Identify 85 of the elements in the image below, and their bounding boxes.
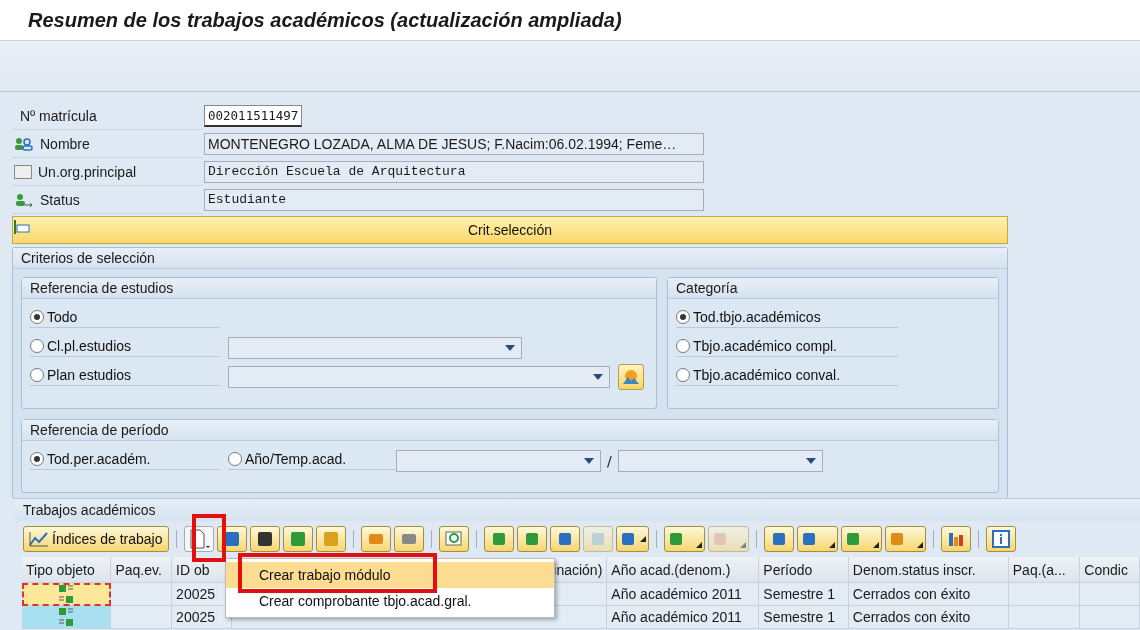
caret-icon [805,457,816,464]
caret-icon [872,542,879,548]
caret-icon [593,373,603,380]
export-button[interactable] [796,526,838,552]
bar-chart-icon [946,530,965,548]
sum-button[interactable] [663,526,705,552]
filter-button[interactable] [615,526,649,552]
radio-option[interactable]: Año/Temp.acad. [228,451,396,470]
column-header[interactable]: Paq.ev. [111,557,173,583]
field-label: Nombre [40,135,90,152]
column-header[interactable]: Denom.status inscr. [848,557,1009,583]
caret-icon [639,536,646,542]
persons-icon [14,136,34,151]
grid-button[interactable] [884,526,926,552]
radio-option[interactable]: Cl.pl.estudios [30,338,220,357]
radio-option[interactable]: Plan estudios [30,367,220,386]
table-cell: Cerrados con éxito [848,583,1009,606]
print-button[interactable] [763,526,794,552]
student-number-field[interactable]: 002011511497 [204,105,303,127]
column-header[interactable]: Año acad.(denom.) [607,557,760,583]
sort-button[interactable] [516,526,547,552]
display-field: Dirección Escuela de Arquitectura [204,161,704,183]
selection-criteria-toggle[interactable]: Crit.selección [12,216,1008,244]
align-button[interactable] [483,526,514,552]
section-title: Trabajos académicos [23,502,156,518]
column-header[interactable]: Condic [1080,557,1140,583]
column-header[interactable]: Período [759,557,849,583]
menu-item[interactable]: Crear trabajo módulo [226,562,554,588]
field-label: Nº matrícula [20,107,97,124]
caret-icon [695,542,702,548]
table-cell: Semestre 1 [759,606,849,629]
table-cell: 20025 [172,606,232,629]
chart-button[interactable] [940,526,971,552]
landscape-icon [622,368,640,385]
column-header[interactable]: Tipo objeto [22,557,112,583]
search-button[interactable] [438,526,469,552]
work-indices-button[interactable]: Índices de trabajo [23,526,169,552]
window-title: Resumen de los trabajos académicos (actualización ampliada) [28,8,622,32]
eraser-button[interactable] [360,526,391,552]
group-title: Criterios de selección [21,250,155,266]
info-icon [991,530,1010,548]
group-title: Referencia de estudios [30,280,174,296]
highlight-frame [192,514,226,562]
layout-button[interactable] [393,526,424,552]
menu-item[interactable]: Crear comprobante tbjo.acad.gral. [226,588,554,614]
info-button[interactable] [985,526,1016,552]
radio-option[interactable]: Tod.per.académ. [30,451,220,470]
dropdown-field[interactable] [396,449,601,472]
document-icon [187,529,210,549]
radio-option[interactable]: Tbjo.académico compl. [676,338,898,357]
table-cell: Año académico 2011 [607,583,760,606]
group-title: Categoría [676,280,738,296]
field-label: Status [40,191,80,208]
caret-icon [916,542,923,548]
radio-option[interactable]: Tod.tbjo.académicos [676,309,898,328]
note-edit-button[interactable] [315,526,346,552]
caret-icon [584,457,594,464]
picker-button[interactable] [618,363,644,390]
panel-flag-icon [14,220,30,234]
object-type-cell[interactable] [22,606,112,629]
glasses-button[interactable] [249,526,280,552]
binoculars-button[interactable] [549,526,580,552]
field-label: Un.org.principal [38,163,137,180]
column-header[interactable]: Paq.(a... [1008,557,1081,583]
line-chart-icon [29,531,49,547]
blank-box-icon [14,164,32,179]
caret-icon [828,542,835,548]
dropdown-field[interactable] [228,336,522,359]
dropdown-field[interactable] [228,365,610,388]
separator-text: / [607,452,612,469]
table-cell: Año académico 2011 [607,606,760,629]
send-button[interactable] [840,526,882,552]
radio-option[interactable]: Tbjo.académico conval. [676,367,898,386]
display-field: Estudiante [204,189,704,211]
caret-icon [739,542,746,548]
table-cell: Cerrados con éxito [848,606,1009,629]
table-cell: Semestre 1 [759,583,849,606]
group-title: Referencia de período [30,422,169,438]
display-field: MONTENEGRO LOZADA, ALMA DE JESUS; F.Nacim:06.02.1994; Feme… [204,133,704,155]
person-arrow-icon [14,192,34,207]
search-icon [444,530,463,548]
radio-option[interactable]: Todo [30,309,220,328]
dropdown-field[interactable] [617,449,823,472]
caret-icon [505,344,515,351]
object-type-cell[interactable] [22,583,112,606]
